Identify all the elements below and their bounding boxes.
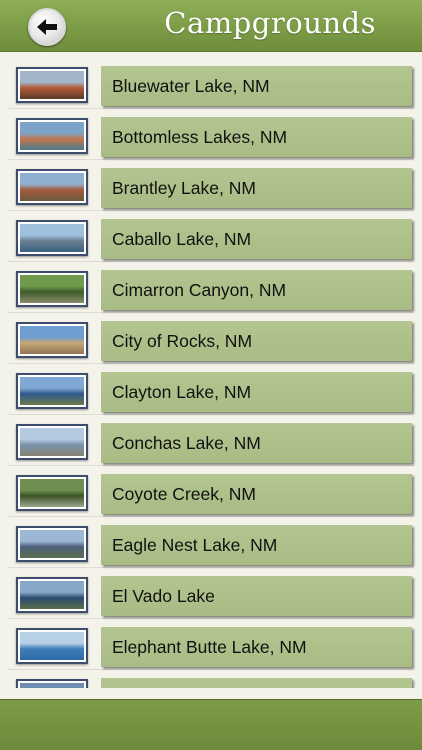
campground-button[interactable]: Brantley Lake, NM [101, 168, 412, 208]
left-arrow-icon [37, 19, 57, 35]
campground-button[interactable]: Bottomless Lakes, NM [101, 117, 412, 157]
campground-name: Bluewater Lake, NM [112, 75, 270, 96]
campground-name: Clayton Lake, NM [112, 381, 252, 402]
campground-thumbnail [16, 271, 88, 307]
thumbnail-image [20, 122, 84, 150]
campground-button[interactable]: Fenton Lake [101, 678, 412, 688]
campground-name: Eagle Nest Lake, NM [112, 534, 278, 555]
campground-thumbnail [16, 577, 88, 613]
thumbnail-image [20, 683, 84, 688]
thumbnail-image [20, 377, 84, 405]
list-item[interactable]: El Vado Lake [8, 568, 414, 619]
list-item[interactable]: City of Rocks, NM [8, 313, 414, 364]
campground-name: Bottomless Lakes, NM [112, 126, 288, 147]
campground-thumbnail [16, 169, 88, 205]
campground-thumbnail [16, 67, 88, 103]
thumbnail-image [20, 173, 84, 201]
campground-button[interactable]: Coyote Creek, NM [101, 474, 412, 514]
campground-thumbnail [16, 475, 88, 511]
thumbnail-image [20, 632, 84, 660]
thumbnail-image [20, 428, 84, 456]
campground-button[interactable]: Caballo Lake, NM [101, 219, 412, 259]
thumbnail-image [20, 275, 84, 303]
campground-button[interactable]: Cimarron Canyon, NM [101, 270, 412, 310]
back-button[interactable] [28, 8, 66, 46]
campground-button[interactable]: City of Rocks, NM [101, 321, 412, 361]
campground-name: Fenton Lake [112, 688, 209, 689]
campground-button[interactable]: El Vado Lake [101, 576, 412, 616]
campground-name: Cimarron Canyon, NM [112, 279, 287, 300]
campground-thumbnail [16, 679, 88, 688]
thumbnail-image [20, 224, 84, 252]
campground-button[interactable]: Bluewater Lake, NM [101, 66, 412, 106]
list-item[interactable]: Brantley Lake, NM [8, 160, 414, 211]
list-item[interactable]: Bluewater Lake, NM [8, 58, 414, 109]
campground-thumbnail [16, 526, 88, 562]
campground-thumbnail [16, 424, 88, 460]
thumbnail-image [20, 479, 84, 507]
campground-thumbnail [16, 220, 88, 256]
thumbnail-image [20, 530, 84, 558]
campground-name: Coyote Creek, NM [112, 483, 256, 504]
campground-button[interactable]: Elephant Butte Lake, NM [101, 627, 412, 667]
campground-button[interactable]: Conchas Lake, NM [101, 423, 412, 463]
list-item[interactable]: Bottomless Lakes, NM [8, 109, 414, 160]
campground-name: Brantley Lake, NM [112, 177, 256, 198]
list-item[interactable]: Cimarron Canyon, NM [8, 262, 414, 313]
list-item[interactable]: Elephant Butte Lake, NM [8, 619, 414, 670]
page-title: Campgrounds [164, 6, 376, 40]
campground-name: City of Rocks, NM [112, 330, 253, 351]
campground-name: Caballo Lake, NM [112, 228, 252, 249]
list-item[interactable]: Fenton Lake [8, 670, 414, 688]
thumbnail-image [20, 326, 84, 354]
campground-thumbnail [16, 628, 88, 664]
campground-name: Conchas Lake, NM [112, 432, 261, 453]
list-item[interactable]: Caballo Lake, NM [8, 211, 414, 262]
header-bar: Campgrounds [0, 0, 422, 52]
thumbnail-image [20, 581, 84, 609]
list-item[interactable]: Eagle Nest Lake, NM [8, 517, 414, 568]
campground-thumbnail [16, 373, 88, 409]
campground-button[interactable]: Clayton Lake, NM [101, 372, 412, 412]
list-item[interactable]: Conchas Lake, NM [8, 415, 414, 466]
thumbnail-image [20, 71, 84, 99]
list-item[interactable]: Coyote Creek, NM [8, 466, 414, 517]
campground-name: Elephant Butte Lake, NM [112, 636, 307, 657]
campground-button[interactable]: Eagle Nest Lake, NM [101, 525, 412, 565]
list-item[interactable]: Clayton Lake, NM [8, 364, 414, 415]
campground-thumbnail [16, 322, 88, 358]
campground-list[interactable]: Bluewater Lake, NM Bottomless Lakes, NM Br… [0, 58, 422, 688]
footer-bar [0, 699, 422, 750]
campground-name: El Vado Lake [112, 585, 215, 606]
campground-thumbnail [16, 118, 88, 154]
